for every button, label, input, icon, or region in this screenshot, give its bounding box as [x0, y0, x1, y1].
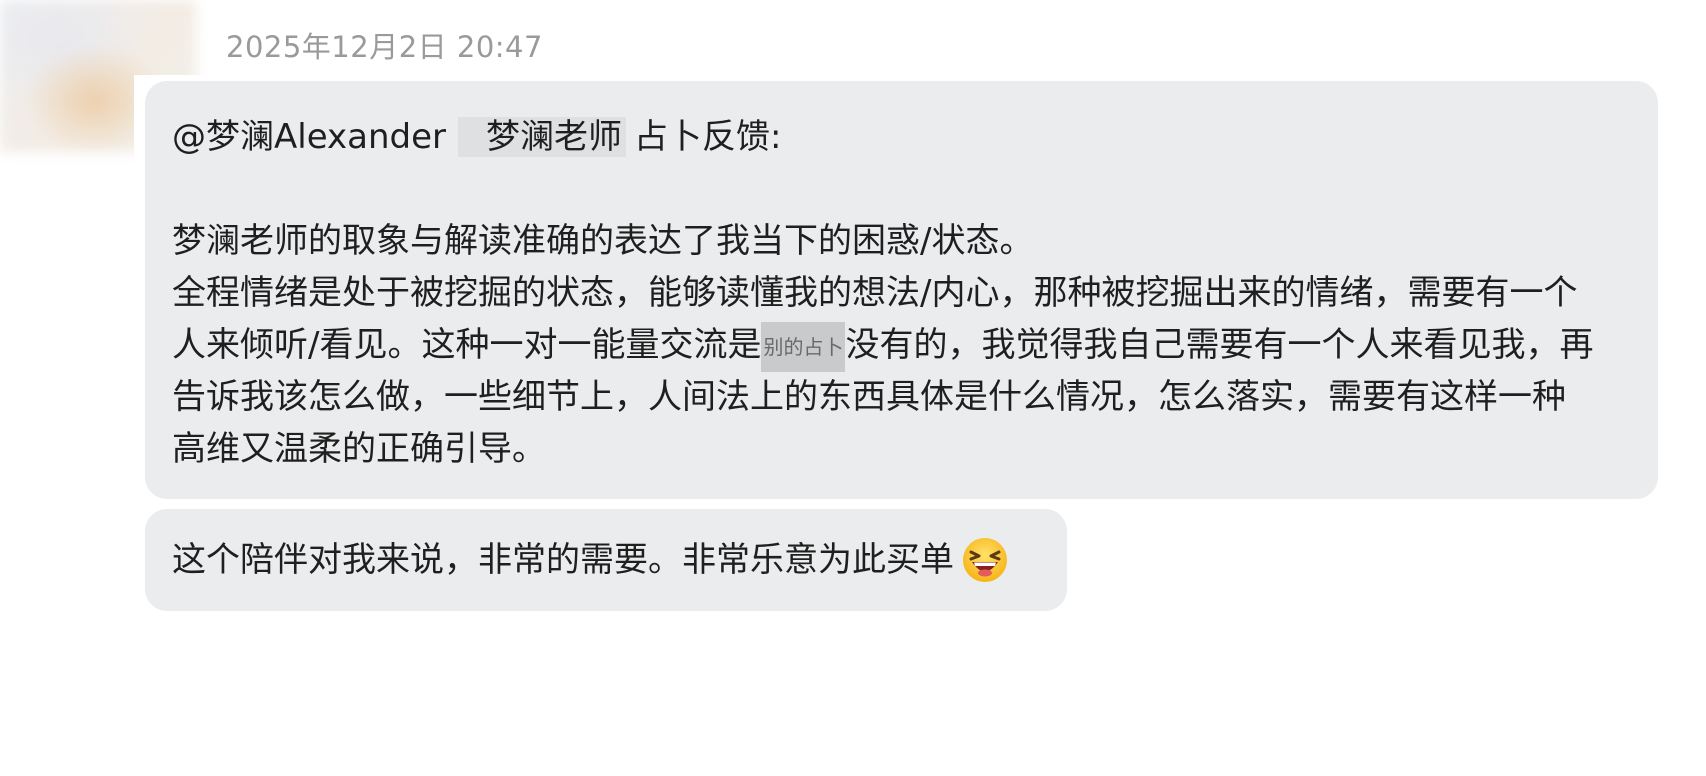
message-text: @梦澜Alexander 梦澜老师 占卜反馈: 梦澜老师的取象与解读准确的表达了我当… [172, 111, 1630, 475]
text-line: 人来倾听/看见。这种一对一能量交流是 别的占卜没有的，我觉得我自己需要有一个人来看… [172, 319, 1630, 372]
mention-line: @梦澜Alexander 梦澜老师 占卜反馈: [172, 111, 1630, 163]
text-fragment: 没有的，我觉得我自己需要有一个人来看见我，再 [845, 325, 1594, 365]
text-fragment: 人来倾听/看见。这种一对一能量交流是 [172, 325, 762, 365]
text-line: 梦澜老师的取象与解读准确的表达了我当下的困惑/状态。 [172, 221, 1034, 261]
mention-name-highlight: 梦澜老师 [458, 117, 627, 157]
text-line: 全程情绪是处于被挖掘的状态，能够读懂我的想法/内心，那种被挖掘出来的情绪，需要有… [172, 273, 1578, 313]
message-bubble[interactable]: 这个陪伴对我来说，非常的需要。非常乐意为此买单 [145, 509, 1067, 611]
message-bubble[interactable]: @梦澜Alexander 梦澜老师 占卜反馈: 梦澜老师的取象与解读准确的表达了我当… [145, 81, 1658, 499]
mention-suffix: 占卜反馈: [634, 117, 782, 157]
text-line: 告诉我该怎么做，一些细节上，人间法上的东西具体是什么情况，怎么落实，需要有这样一… [172, 377, 1566, 417]
message-timestamp: 2025年12月2日 20:47 [226, 30, 543, 64]
text-line: 高维又温柔的正确引导。 [172, 429, 546, 469]
message-text: 这个陪伴对我来说，非常的需要。非常乐意为此买单 [172, 540, 954, 580]
laughing-face-emoji-icon [962, 537, 1008, 583]
redacted-text: 别的占卜 [761, 321, 846, 372]
mention-tag[interactable]: @梦澜Alexander [172, 117, 446, 157]
